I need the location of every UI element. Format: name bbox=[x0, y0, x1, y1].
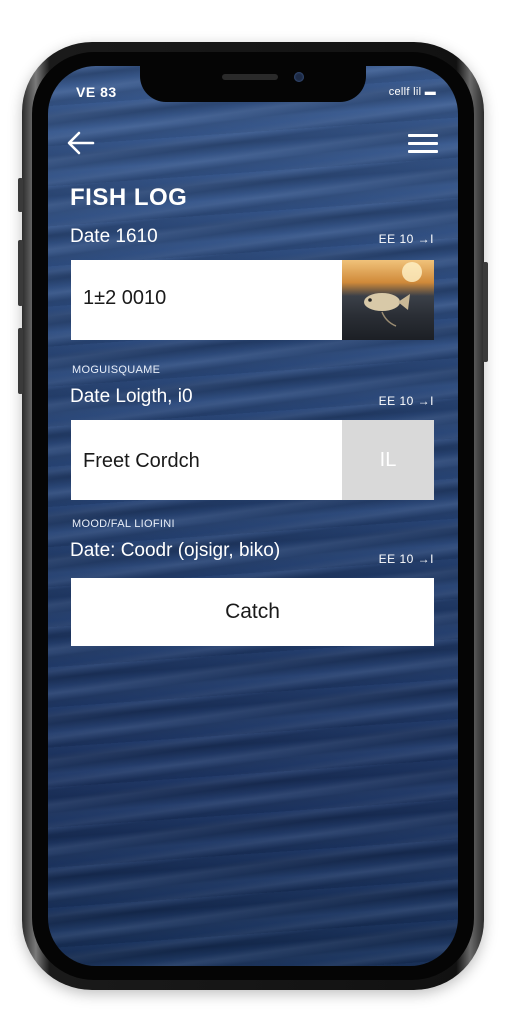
entry-3-meta: EE 10 →I bbox=[378, 552, 434, 566]
hamburger-menu-icon-line bbox=[408, 150, 438, 153]
canvas: VE 83 cellf lil ▬ FISH LOG Date 1610 EE … bbox=[0, 0, 522, 1024]
hamburger-menu-icon bbox=[408, 134, 438, 137]
entry-2-side-block: IL bbox=[342, 420, 434, 500]
hamburger-menu-icon-line bbox=[408, 142, 438, 145]
power-button bbox=[483, 262, 488, 362]
mute-switch bbox=[18, 178, 23, 212]
menu-button[interactable] bbox=[408, 132, 438, 156]
entry-1-meta: EE 10 →I bbox=[378, 232, 434, 246]
arrow-left-icon bbox=[67, 131, 95, 155]
volume-down-button bbox=[18, 328, 23, 394]
entry-2-sublabel: MOGUISQUAME bbox=[72, 364, 161, 376]
fish-photo-thumbnail bbox=[342, 260, 434, 340]
notch bbox=[140, 66, 366, 102]
entry-2-value: Freet Cordch bbox=[83, 450, 200, 472]
entry-2-meta: EE 10 →I bbox=[378, 394, 434, 408]
entry-2-label: Date Loigth, i0 bbox=[70, 386, 193, 407]
front-camera bbox=[294, 72, 304, 82]
entry-3-sublabel: MOOD/FAL LIOFINI bbox=[72, 518, 175, 530]
entry-1-value: 1±2 0010 bbox=[83, 287, 167, 309]
earpiece-speaker bbox=[222, 74, 278, 80]
entry-1-label: Date 1610 bbox=[70, 226, 158, 247]
catch-button[interactable]: Catch bbox=[71, 578, 434, 646]
entry-3-label: Date: Coodr (ojsigr, biko) bbox=[70, 540, 281, 561]
status-bar-left: VE 83 bbox=[76, 84, 117, 100]
fish-photo-icon bbox=[364, 262, 422, 327]
status-bar-right: cellf lil ▬ bbox=[388, 86, 436, 98]
page-title: FISH LOG bbox=[70, 184, 188, 211]
entry-1-card[interactable]: 1±2 0010 bbox=[71, 260, 434, 340]
back-button[interactable] bbox=[66, 130, 96, 156]
app-screen: VE 83 cellf lil ▬ FISH LOG Date 1610 EE … bbox=[48, 66, 458, 966]
entry-2-card[interactable]: Freet Cordch IL bbox=[71, 420, 434, 500]
volume-up-button bbox=[18, 240, 23, 306]
